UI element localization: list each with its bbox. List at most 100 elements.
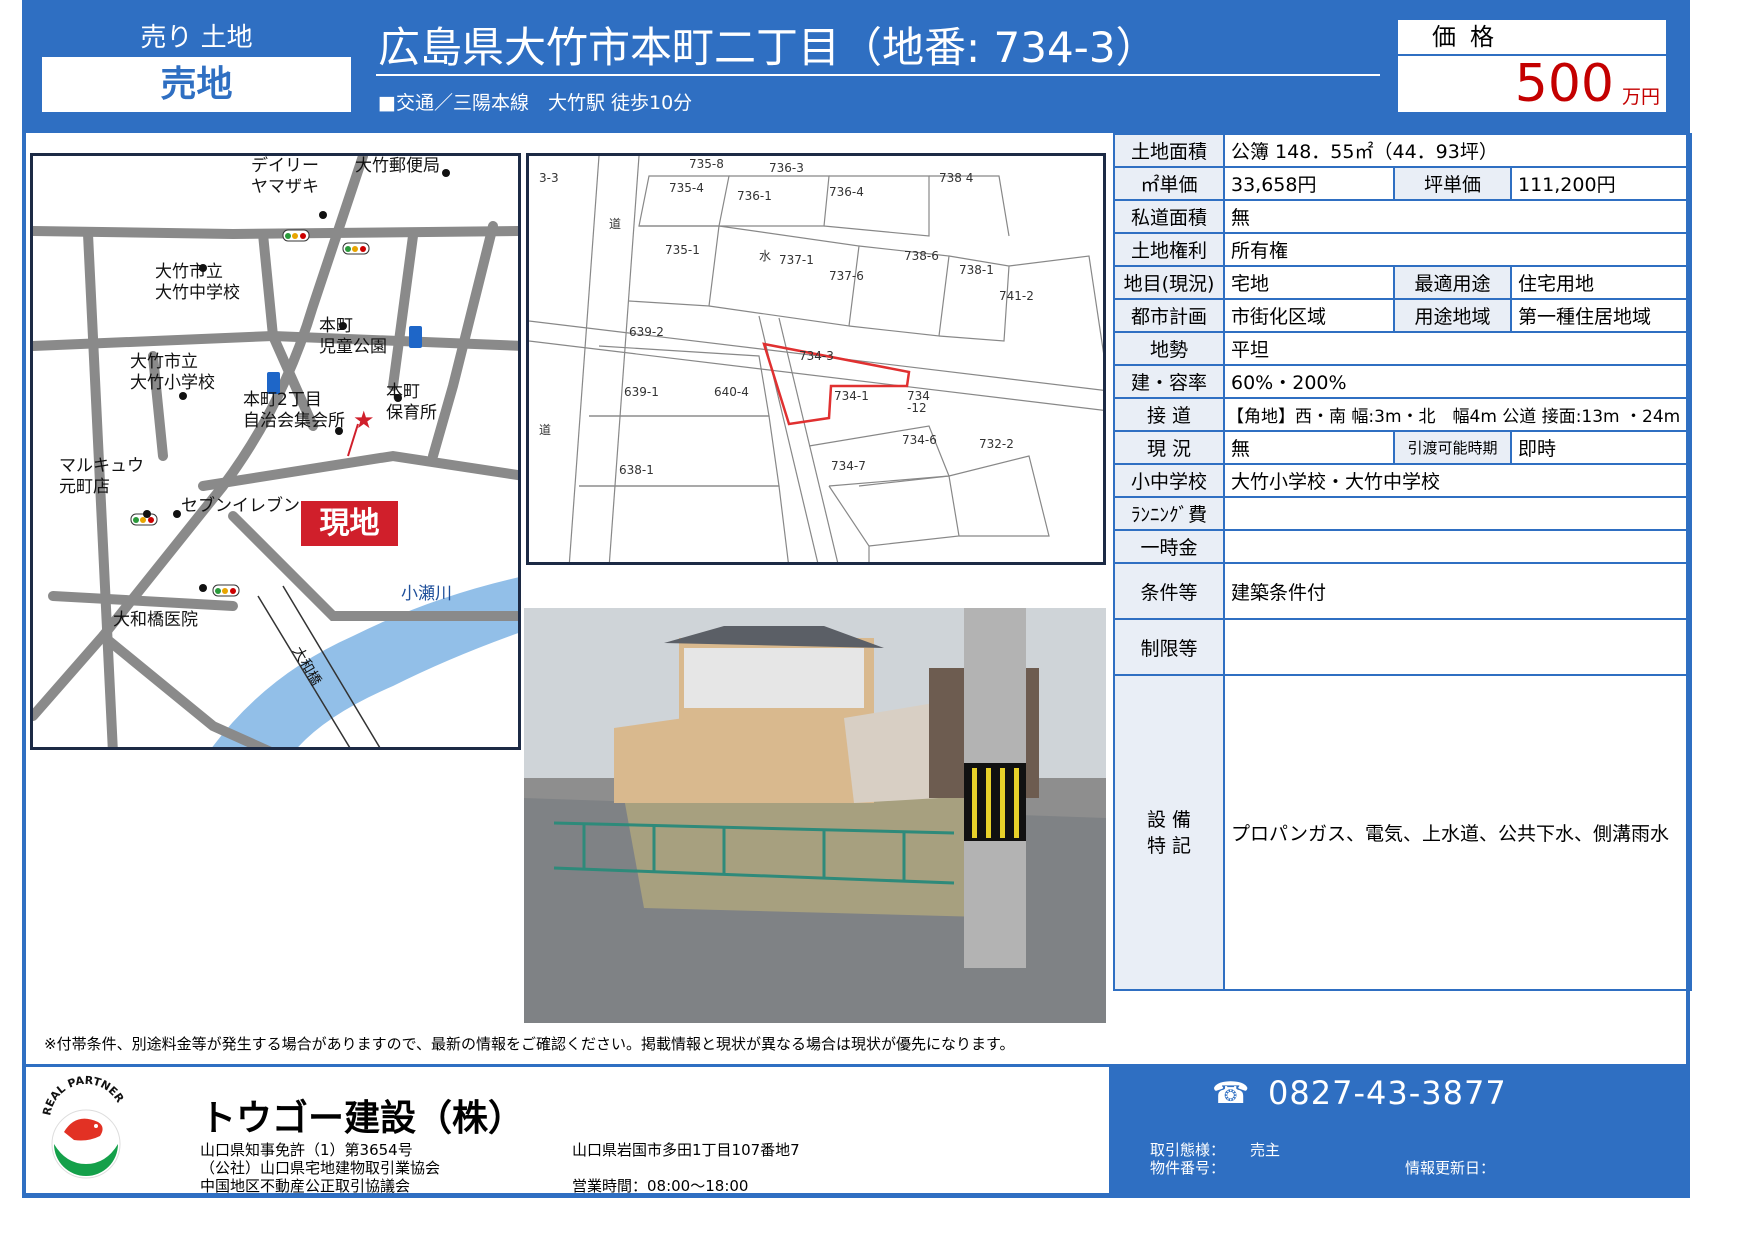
lot-number-label: 732-2 <box>979 437 1014 451</box>
lot-number-label: 道 <box>539 423 551 437</box>
category-label: 売り 土地 <box>42 22 351 55</box>
land-area-value: 公簿 148．55㎡（44．93坪） <box>1222 133 1693 168</box>
conditions-value: 建築条件付 <box>1222 562 1693 620</box>
lot-number-label: 735-8 <box>689 157 724 171</box>
facilities-value: プロパンガス、電気、上水道、公共下水、側溝雨水 <box>1222 674 1693 991</box>
map-label-daily: デイリー ヤマザキ <box>251 156 319 197</box>
school-value: 大竹小学校・大竹中学校 <box>1222 463 1693 498</box>
row-school: 小中学校 大竹小学校・大竹中学校 <box>1113 463 1693 498</box>
row-land-category: 地目(現況) 宅地 最適用途 住宅用地 <box>1113 265 1693 300</box>
business-hours: 営業時間：08:00～18:00 <box>572 1177 749 1195</box>
price-value: 500 <box>1514 54 1614 114</box>
land-area-label: 土地面積 <box>1113 133 1225 168</box>
status-label: 現 況 <box>1113 430 1225 465</box>
lot-number-label: 734-3 <box>799 349 834 363</box>
road-value: 【角地】西・南 幅:3m・北 幅4m 公道 接面:13m ・24m <box>1222 397 1693 432</box>
row-unit-price: ㎡単価 33,658円 坪単価 111,200円 <box>1113 166 1693 201</box>
footer-company-area <box>26 1067 1109 1193</box>
title-divider <box>376 74 1380 76</box>
phone-icon: ☎ <box>1212 1076 1250 1111</box>
cadastral-map: 735-8 736-3 738 4 3-3 735-4 736-1 736-4 道 735-1 水… <box>526 153 1106 565</box>
lot-number-label: 639-1 <box>624 385 659 399</box>
conditions-label: 条件等 <box>1113 562 1225 620</box>
ratio-label: 建・容率 <box>1113 364 1225 399</box>
map-label-seven: セブンイレブン <box>181 496 300 516</box>
lot-number-label: 735-1 <box>665 243 700 257</box>
school-label: 小中学校 <box>1113 463 1225 498</box>
lot-number-label: 道 <box>609 217 621 231</box>
zoning-label: 用途地域 <box>1393 298 1512 333</box>
best-use-value: 住宅用地 <box>1509 265 1693 300</box>
private-road-value: 無 <box>1222 199 1693 234</box>
price-value-box: 500 万円 <box>1398 54 1666 114</box>
phone-number[interactable]: 0827-43-3877 <box>1268 1074 1507 1112</box>
ratio-value: 60%・200% <box>1222 364 1693 399</box>
map-label-es: 大竹市立 大竹小学校 <box>130 352 215 393</box>
facilities-label-1: 設 備 <box>1146 808 1192 831</box>
row-running: ﾗﾝﾆﾝｸﾞ費 <box>1113 496 1693 531</box>
lot-number-label: 734-6 <box>902 433 937 447</box>
best-use-label: 最適用途 <box>1393 265 1512 300</box>
lot-number-label: 736-4 <box>829 185 864 199</box>
lot-number-label: 639-2 <box>629 325 664 339</box>
lot-number-label: 735-4 <box>669 181 704 195</box>
sqm-price-label: ㎡単価 <box>1113 166 1225 201</box>
row-city-plan: 都市計画 市街化区域 用途地域 第一種住居地域 <box>1113 298 1693 333</box>
lot-number-label: 638-1 <box>619 463 654 477</box>
map-roads: ★ <box>33 156 518 747</box>
map-label-jhs: 大竹市立 大竹中学校 <box>155 262 240 303</box>
lot-number-label: 3-3 <box>539 171 559 185</box>
map-label-river: 小瀬川 <box>401 584 452 604</box>
running-cost-label: ﾗﾝﾆﾝｸﾞ費 <box>1113 496 1225 531</box>
location-map: ★ デイリー ヤマザキ 大竹郵便局 大竹市立 大竹中学校 本町 児童公園 大竹市立 大竹… <box>30 153 521 750</box>
row-land-area: 土地面積 公簿 148．55㎡（44．93坪） <box>1113 133 1693 168</box>
restrictions-label: 制限等 <box>1113 618 1225 676</box>
restrictions-value <box>1222 618 1693 676</box>
map-label-nursery: 本町 保育所 <box>386 382 437 423</box>
tsubo-price-value: 111,200円 <box>1509 166 1693 201</box>
updated-date-label: 情報更新日： <box>1405 1159 1496 1177</box>
map-label-hospital: 大和橋医院 <box>113 610 198 630</box>
price-box: 価格 500 万円 <box>1398 20 1666 114</box>
lot-number-label: 736-1 <box>737 189 772 203</box>
handover-label: 引渡可能時期 <box>1393 430 1512 465</box>
lot-number-label: 737-1 <box>779 253 814 267</box>
lot-number-label: 水 <box>759 249 771 263</box>
lump-sum-value <box>1222 529 1693 564</box>
row-terrain: 地勢 平坦 <box>1113 331 1693 366</box>
row-rights: 土地権利 所有権 <box>1113 232 1693 267</box>
handover-value: 即時 <box>1509 430 1693 465</box>
disclaimer: ※付帯条件、別途料金等が発生する場合がありますので、最新の情報をご確認ください。… <box>44 1035 1015 1053</box>
land-category-label: 地目(現況) <box>1113 265 1225 300</box>
lot-number-label: 737-6 <box>829 269 864 283</box>
row-status: 現 況無引渡可能時期 即時 <box>1113 430 1693 465</box>
city-plan-value: 市街化区域 <box>1223 298 1395 333</box>
row-ratio: 建・容率 60%・200% <box>1113 364 1693 399</box>
running-cost-value <box>1222 496 1693 531</box>
map-label-marukyu: マルキュウ 元町店 <box>59 456 144 497</box>
lot-number-label: 738 4 <box>939 171 973 185</box>
row-restrictions: 制限等 <box>1113 618 1693 676</box>
price-unit: 万円 <box>1621 86 1660 108</box>
private-road-label: 私道面積 <box>1113 199 1225 234</box>
lot-number-label: 734-7 <box>831 459 866 473</box>
station-access: ■交通／三陽本線 大竹駅 徒歩10分 <box>378 92 693 114</box>
site-photo-image <box>524 608 1106 1023</box>
real-partner-logo: REAL PARTNER <box>40 1074 127 1179</box>
property-number-label: 物件番号： <box>1150 1159 1226 1177</box>
lot-number-label: 734-1 <box>834 389 869 403</box>
road-label: 接 道 <box>1113 397 1225 432</box>
spec-table: 土地面積 公簿 148．55㎡（44．93坪） ㎡単価 33,658円 坪単価 111,… <box>1113 133 1693 991</box>
terrain-label: 地勢 <box>1113 331 1225 366</box>
lot-number-label: 738-1 <box>959 263 994 277</box>
row-conditions: 条件等 建築条件付 <box>1113 562 1693 620</box>
price-label: 価格 <box>1398 20 1666 54</box>
map-label-post: 大竹郵便局 <box>355 156 440 176</box>
trade-type-value: 売主 <box>1250 1141 1281 1159</box>
row-lump-sum: 一時金 <box>1113 529 1693 564</box>
category-type: 売地 <box>42 57 351 112</box>
site-marker: 現地 <box>301 501 398 546</box>
map-label-park: 本町 児童公園 <box>319 316 387 357</box>
lot-number-label: -12 <box>907 401 927 415</box>
license-line-3: 中国地区不動産公正取引協議会 <box>200 1177 411 1195</box>
